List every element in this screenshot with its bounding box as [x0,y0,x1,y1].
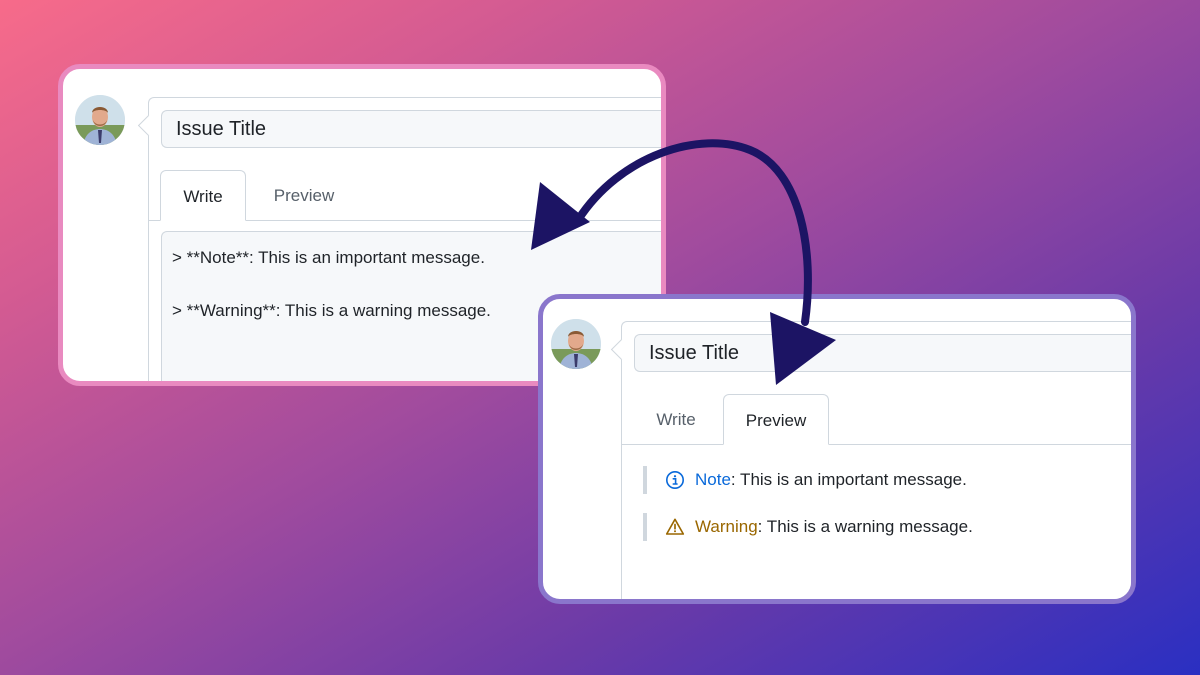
editor-tabs: Write Preview [621,394,1131,445]
tab-preview[interactable]: Preview [723,394,829,445]
info-icon [665,470,685,490]
user-avatar[interactable] [75,95,125,145]
note-keyword: Note [695,470,731,489]
rendered-preview: Note: This is an important message. Warn… [623,446,1131,599]
note-alert: Note: This is an important message. [643,466,967,494]
warning-text: : This is a warning message. [757,517,973,536]
avatar-image [75,95,125,145]
user-avatar[interactable] [551,319,601,369]
warning-icon [665,517,685,537]
tab-write[interactable]: Write [160,170,246,221]
tab-write[interactable]: Write [633,394,719,444]
tab-preview[interactable]: Preview [256,170,352,220]
issue-title-input[interactable]: Issue Title [161,110,661,148]
issue-title-input[interactable]: Issue Title [634,334,1131,372]
markdown-line-warning: > **Warning**: This is a warning message… [172,301,491,320]
warning-alert: Warning: This is a warning message. [643,513,973,541]
note-text: : This is an important message. [730,470,967,489]
editor-tabs: Write Preview [148,170,661,221]
preview-card: Issue Title Write Preview Note: This is … [538,294,1136,604]
warning-keyword: Warning [695,517,758,536]
markdown-line-note: > **Note**: This is an important message… [172,248,485,267]
comment-panel: Issue Title Write Preview Note: This is … [621,321,1131,599]
avatar-image [551,319,601,369]
